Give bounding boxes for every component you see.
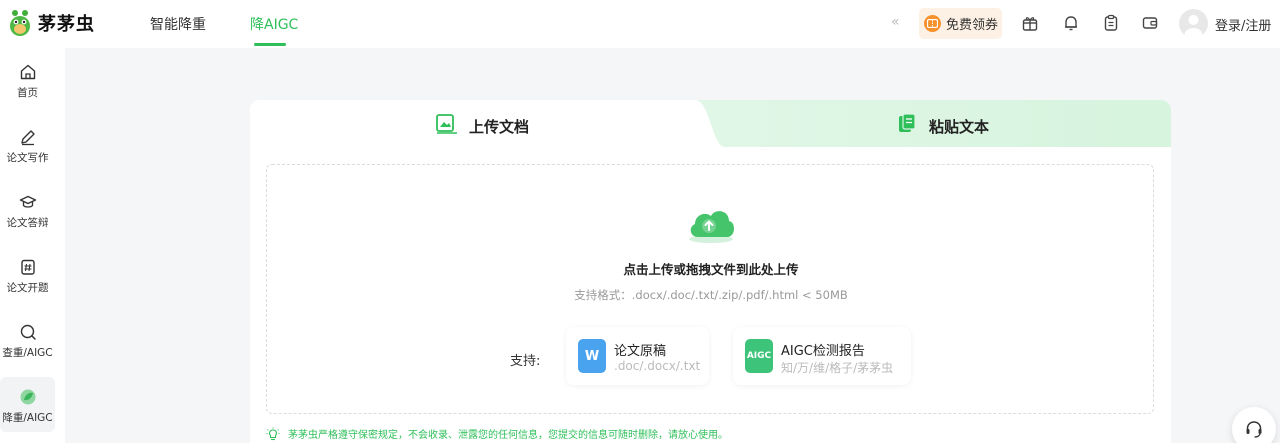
bell-icon[interactable]: [1062, 14, 1080, 32]
gift-icon[interactable]: [1021, 14, 1039, 32]
sidebar-item-label: 论文写作: [6, 152, 49, 164]
image-doc-icon: [436, 114, 457, 134]
sidebar: 首页 论文写作 论文答辩 论文开题 查重/AIGC 降重/AIGC: [0, 48, 65, 443]
wps-doc-icon: W: [578, 339, 606, 373]
bug-logo-icon: [10, 10, 30, 36]
sidebar-item-label: 论文答辩: [6, 217, 49, 229]
privacy-notice-text: 茅茅虫严格遵守保密规定，不会收录、泄露您的任何信息，您提交的信息可随时删除，请放…: [288, 430, 728, 441]
coupon-icon: [924, 15, 941, 32]
nav-reduce-aigc[interactable]: 降AIGC: [250, 14, 298, 34]
app-name: 茅茅虫: [38, 14, 95, 35]
search-icon: [20, 324, 36, 340]
tab-bar: 上传文档 粘贴文本: [250, 100, 1171, 147]
coupon-label: 免费领券: [946, 18, 999, 33]
chip-title: 论文原稿: [614, 344, 667, 359]
paste-doc-icon: [899, 114, 916, 132]
graduation-cap-icon: [19, 195, 36, 208]
sidebar-item-label: 首页: [17, 87, 38, 99]
dropzone-title: 点击上传或拖拽文件到此处上传: [623, 262, 799, 277]
tab-paste-text[interactable]: 粘贴文本: [898, 100, 1018, 147]
home-icon: [20, 64, 35, 80]
sidebar-item-home[interactable]: 首页: [0, 52, 55, 107]
tab-label: 粘贴文本: [929, 118, 990, 136]
tab-upload-document[interactable]: 上传文档: [436, 100, 556, 147]
aigc-report-icon-text: AIGC: [746, 351, 772, 361]
customer-support-button[interactable]: [1232, 407, 1276, 443]
headset-icon: [1246, 421, 1262, 438]
avatar[interactable]: [1179, 9, 1208, 38]
nav-active-indicator: [254, 43, 286, 46]
sidebar-item-label: 论文开题: [6, 282, 49, 294]
sidebar-item-thesis-proposal[interactable]: 论文开题: [0, 247, 55, 302]
logo[interactable]: 茅茅虫: [8, 9, 95, 37]
chip-subtitle: .doc/.docx/.txt: [614, 359, 701, 373]
chip-subtitle: 知/万/维/格子/茅茅虫: [781, 361, 894, 375]
lightbulb-icon: [266, 427, 280, 440]
tab-label: 上传文档: [469, 118, 530, 136]
sidebar-item-thesis-writing[interactable]: 论文写作: [0, 117, 55, 172]
sidebar-item-reduce-aigc[interactable]: 降重/AIGC: [0, 377, 55, 432]
pen-icon: [20, 130, 35, 146]
leaf-icon: [20, 389, 35, 405]
dropzone-formats: 支持格式：.docx/.doc/.txt/.zip/.pdf/.html < 5…: [574, 288, 848, 302]
supported-type-aigc-report: AIGC AIGC检测报告 知/万/维/格子/茅茅虫: [733, 327, 911, 385]
privacy-notice: 茅茅虫严格遵守保密规定，不会收录、泄露您的任何信息，您提交的信息可随时删除，请放…: [266, 426, 728, 441]
login-register-link[interactable]: 登录/注册: [1215, 15, 1271, 34]
nav-smart-rewrite[interactable]: 智能降重: [150, 14, 206, 34]
wps-doc-icon-text: W: [584, 348, 600, 364]
file-dropzone[interactable]: 点击上传或拖拽文件到此处上传 支持格式：.docx/.doc/.txt/.zip…: [266, 164, 1154, 414]
collapse-icon[interactable]: «: [891, 14, 900, 30]
top-bar: 茅茅虫 智能降重 降AIGC « 免费领券 登录/注册: [0, 0, 1280, 48]
chip-title: AIGC检测报告: [781, 344, 865, 359]
support-label: 支持:: [510, 354, 541, 369]
sidebar-item-label: 降重/AIGC: [2, 412, 53, 424]
upload-card: 上传文档 粘贴文本 点击上传或拖拽文件到此处上传 支持格式：.docx/.doc…: [250, 100, 1171, 443]
aigc-report-icon: AIGC: [745, 339, 773, 373]
sidebar-item-plagiarism-check[interactable]: 查重/AIGC: [0, 312, 55, 367]
coupon-button[interactable]: 免费领券: [919, 8, 1002, 39]
sidebar-item-thesis-defense[interactable]: 论文答辩: [0, 182, 55, 237]
clipboard-icon[interactable]: [1102, 14, 1120, 32]
cloud-upload-icon: [689, 211, 735, 243]
hash-doc-icon: [20, 259, 35, 275]
supported-type-thesis-draft: W 论文原稿 .doc/.docx/.txt: [566, 327, 709, 385]
wallet-icon[interactable]: [1141, 14, 1159, 32]
sidebar-item-label: 查重/AIGC: [2, 347, 53, 359]
